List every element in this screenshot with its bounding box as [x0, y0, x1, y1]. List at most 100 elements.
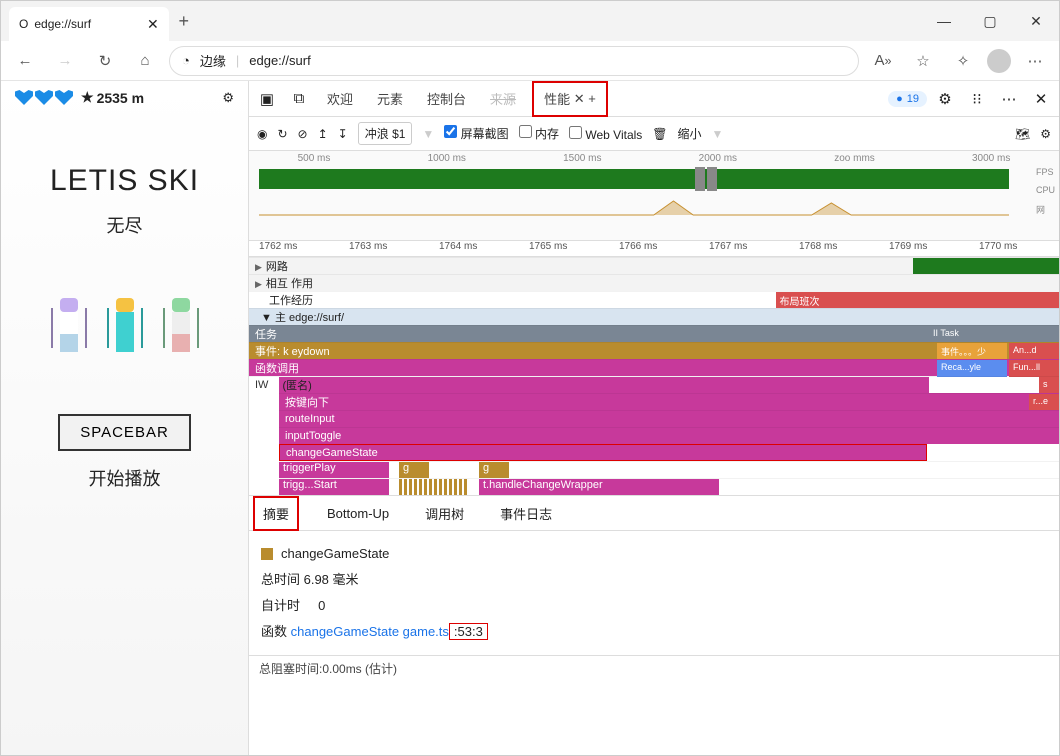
- window-titlebar: O edge://surf ✕ + — ▢ ✕: [1, 1, 1059, 41]
- status-bar: 总阻塞时间:0.00ms (估计): [249, 655, 1059, 681]
- task-row[interactable]: 任务: [249, 326, 277, 342]
- spacebar-button[interactable]: SPACEBAR: [58, 414, 191, 451]
- color-swatch: [261, 548, 273, 560]
- address-bar: ← → ↻ ⌂ ◔ 边缘 | edge://surf A» ☆ ✧ ⋯: [1, 41, 1059, 81]
- game-subtitle: 无尽: [107, 212, 143, 238]
- keydown-row[interactable]: 按键向下: [279, 394, 329, 410]
- tab-favicon: O: [19, 17, 28, 31]
- devtools-tabs: ▣ ⧉ 欢迎 元素 控制台 来源 性能 ✕ + 19 ⚙ ⁝⁝ ⋯ ✕: [249, 81, 1059, 117]
- webvitals-checkbox[interactable]: Web Vitals: [569, 126, 642, 142]
- overview-timeline[interactable]: 500 ms 1000 ms 1500 ms 2000 ms zoo mms 3…: [249, 151, 1059, 241]
- fncall-row[interactable]: 函数调用: [249, 360, 299, 376]
- download-icon[interactable]: ↧: [338, 127, 348, 141]
- g-block[interactable]: g: [399, 462, 429, 478]
- summary-self-val: 0: [318, 598, 325, 613]
- toggle-row[interactable]: inputToggle: [279, 430, 341, 442]
- route-row[interactable]: routeInput: [279, 413, 335, 425]
- summary-fn-name: changeGameState: [281, 541, 389, 567]
- profile-avatar[interactable]: [987, 49, 1011, 73]
- trigger-row[interactable]: triggerPlay: [279, 462, 389, 478]
- window-close[interactable]: ✕: [1013, 1, 1059, 41]
- home-button[interactable]: ⌂: [129, 45, 161, 77]
- new-tab-button[interactable]: +: [169, 11, 199, 32]
- refresh-button[interactable]: ↻: [89, 45, 121, 77]
- menu-icon[interactable]: ⋯: [1019, 45, 1051, 77]
- tab-performance[interactable]: 性能 ✕ +: [532, 81, 608, 117]
- summary-self-label: 自计时: [261, 598, 300, 613]
- summary-panel: changeGameState 总时间 6.98 毫米 自计时 0 函数 cha…: [249, 531, 1059, 655]
- summary-fn-label: 函数: [261, 624, 287, 639]
- reload-icon[interactable]: ↻: [277, 127, 287, 141]
- window-maximize[interactable]: ▢: [967, 1, 1013, 41]
- character-2[interactable]: [111, 298, 139, 354]
- perf-close-icon[interactable]: ✕: [574, 91, 585, 107]
- tab-close-icon[interactable]: ✕: [147, 16, 159, 33]
- tick: 1000 ms: [428, 153, 466, 164]
- tab-console[interactable]: 控制台: [417, 81, 476, 117]
- cpu-label: CPU: [1036, 185, 1055, 195]
- tick: zoo mms: [834, 153, 875, 164]
- more-icon[interactable]: ⋯: [995, 90, 1023, 108]
- back-button[interactable]: ←: [9, 45, 41, 77]
- tab-bottomup[interactable]: Bottom-Up: [319, 500, 397, 527]
- issues-badge[interactable]: 19: [888, 91, 927, 107]
- change-state-row[interactable]: changeGameState: [280, 447, 378, 459]
- delete-icon[interactable]: 🗑: [652, 127, 667, 141]
- net-label: 网: [1036, 203, 1055, 216]
- perf-add-icon[interactable]: +: [588, 91, 596, 106]
- devtools-panel: ▣ ⧉ 欢迎 元素 控制台 来源 性能 ✕ + 19 ⚙ ⁝⁝ ⋯ ✕ ◉: [249, 81, 1059, 755]
- character-select: [55, 298, 195, 354]
- settings-gear-icon[interactable]: ⚙: [222, 90, 234, 106]
- map-icon[interactable]: 🗺: [1015, 127, 1030, 141]
- window-minimize[interactable]: —: [921, 1, 967, 41]
- network-row[interactable]: 网路: [249, 258, 288, 274]
- profile-selector[interactable]: 冲浪 $1: [358, 122, 413, 145]
- time-ruler[interactable]: 1762 ms1763 ms1764 ms 1765 ms1766 ms1767…: [249, 241, 1059, 257]
- event-row[interactable]: 事件: k eydown: [249, 343, 330, 359]
- game-panel: ★ 2535 m ⚙ LETIS SKI 无尽 SPACEBAR 开始播放: [1, 81, 249, 755]
- character-1[interactable]: [55, 298, 83, 354]
- game-title: LETIS SKI: [50, 164, 199, 198]
- tab-title: edge://surf: [34, 17, 91, 31]
- wrapper-row[interactable]: t.handleChangeWrapper: [479, 479, 719, 495]
- tab-welcome[interactable]: 欢迎: [317, 81, 363, 117]
- trigstart-row[interactable]: trigg...Start: [279, 479, 389, 495]
- site-label: 边缘: [200, 51, 226, 70]
- summary-fn-link[interactable]: changeGameState game.ts: [291, 624, 449, 639]
- fps-label: FPS: [1036, 167, 1055, 177]
- sparkle-icon[interactable]: ✧: [947, 45, 979, 77]
- performance-toolbar: ◉ ↻ ⊘ ↥ ↧ 冲浪 $1 ▼ 屏幕截图 内存 Web Vitals 🗑 缩…: [249, 117, 1059, 151]
- forward-button: →: [49, 45, 81, 77]
- main-thread-row[interactable]: ▼ 主 edge://surf/: [255, 309, 344, 325]
- tab-calltree[interactable]: 调用树: [417, 498, 472, 529]
- settings-icon[interactable]: ⚙: [931, 90, 959, 108]
- iw-label: IW: [251, 379, 272, 391]
- flame-chart[interactable]: 网路 相互 作用 工作经历 布局班次 ▼ 主 edge://surf/ 任务 I…: [249, 257, 1059, 495]
- read-aloud-icon[interactable]: A»: [867, 45, 899, 77]
- memory-checkbox[interactable]: 内存: [519, 125, 559, 142]
- more-tools-icon[interactable]: ⁝⁝: [963, 90, 991, 108]
- browser-tab[interactable]: O edge://surf ✕: [9, 7, 169, 41]
- tick: 1500 ms: [563, 153, 601, 164]
- interaction-row[interactable]: 相互 作用: [249, 275, 313, 291]
- favorite-icon[interactable]: ☆: [907, 45, 939, 77]
- devtools-close-icon[interactable]: ✕: [1027, 90, 1055, 108]
- anon-row[interactable]: (匿名): [276, 377, 311, 393]
- clear-icon[interactable]: ⊘: [298, 127, 308, 141]
- record-icon[interactable]: ◉: [257, 127, 267, 141]
- character-3[interactable]: [167, 298, 195, 354]
- screenshot-checkbox[interactable]: 屏幕截图: [444, 125, 508, 142]
- gear-icon[interactable]: ⚙: [1040, 127, 1051, 141]
- tab-eventlog[interactable]: 事件日志: [492, 498, 560, 529]
- device-icon[interactable]: ⧉: [285, 90, 313, 107]
- url-field[interactable]: ◔ 边缘 | edge://surf: [169, 46, 859, 76]
- inspect-icon[interactable]: ▣: [253, 90, 281, 108]
- upload-icon[interactable]: ↥: [318, 127, 328, 141]
- start-label: 开始播放: [89, 465, 161, 491]
- shrink-label[interactable]: 缩小: [678, 125, 702, 142]
- tab-summary[interactable]: 摘要: [253, 496, 299, 531]
- tab-elements[interactable]: 元素: [367, 81, 413, 117]
- work-row: 工作经历: [249, 292, 313, 308]
- g-block[interactable]: g: [479, 462, 509, 478]
- tab-sources[interactable]: 来源: [480, 81, 526, 117]
